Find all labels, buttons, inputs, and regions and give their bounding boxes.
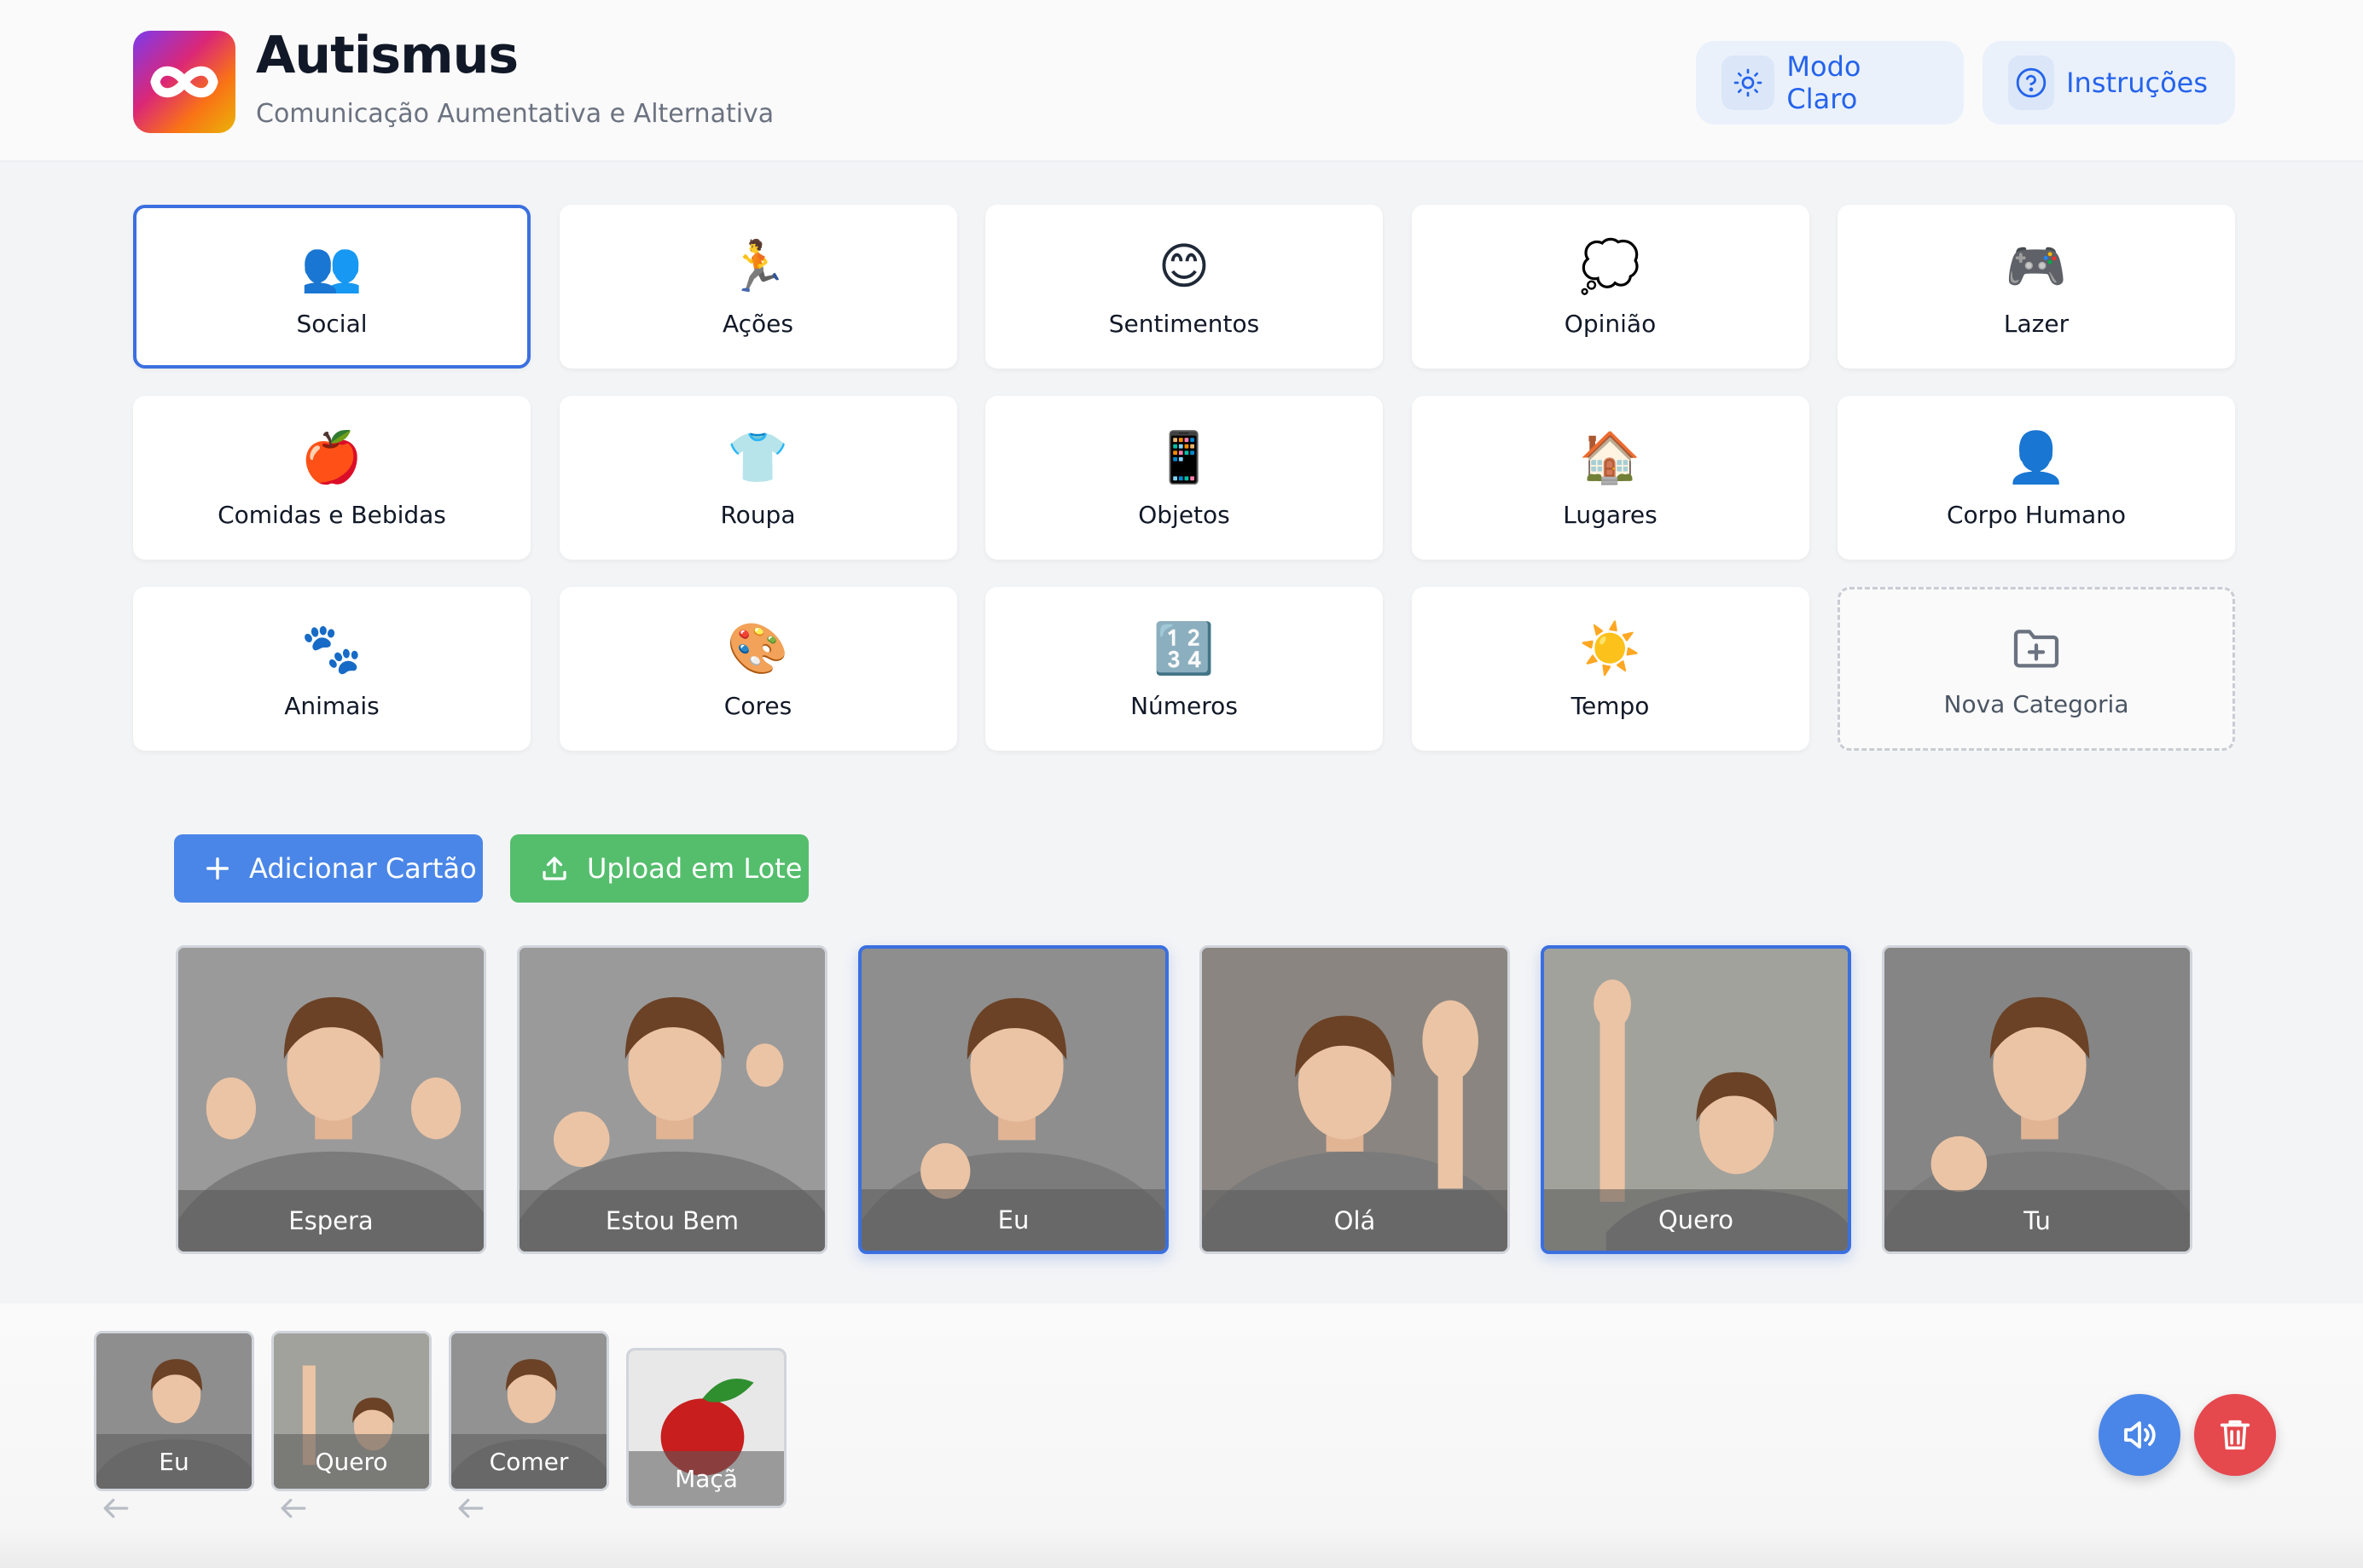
arrow-left-icon[interactable]	[454, 1495, 488, 1522]
app-logo	[133, 31, 235, 133]
category-numeros[interactable]: 🔢 Números	[985, 587, 1383, 751]
category-sentimentos[interactable]: 😊 Sentimentos	[985, 205, 1383, 369]
category-lazer[interactable]: 🎮 Lazer	[1838, 205, 2235, 369]
upload-icon	[543, 857, 566, 880]
clear-sentence-button[interactable]	[2194, 1394, 2276, 1476]
category-label: Sentimentos	[1108, 309, 1260, 338]
thought-bubble-icon: 💭	[1579, 236, 1641, 295]
person-silhouette-icon: 👤	[2005, 427, 2068, 486]
card-label: Espera	[178, 1190, 484, 1251]
speak-button[interactable]	[2099, 1394, 2180, 1476]
new-category-button[interactable]: Nova Categoria	[1838, 587, 2235, 751]
batch-upload-label: Upload em Lote	[587, 852, 803, 885]
apple-icon: 🍎	[300, 427, 363, 486]
category-grid: 👥 Social 🏃 Ações 😊 Sentimentos 💭 Opinião…	[133, 205, 2235, 751]
category-label: Roupa	[720, 500, 796, 529]
plus-icon	[206, 857, 229, 880]
category-label: Ações	[722, 309, 793, 338]
category-label: Opinião	[1564, 309, 1657, 338]
palette-icon: 🎨	[727, 618, 789, 677]
category-label: Animais	[284, 691, 380, 720]
card-espera[interactable]: Espera	[176, 945, 486, 1254]
category-label: Comidas e Bebidas	[218, 500, 446, 529]
sentence-item-label: Eu	[96, 1434, 252, 1489]
game-controller-icon: 🎮	[2005, 236, 2068, 295]
category-cores[interactable]: 🎨 Cores	[559, 587, 957, 751]
card-label: Eu	[862, 1189, 1165, 1251]
add-card-label: Adicionar Cartão	[249, 852, 477, 885]
infinity-icon	[150, 66, 218, 98]
sun-icon	[1721, 55, 1775, 110]
runner-icon: 🏃	[727, 236, 789, 295]
category-label: Objetos	[1138, 500, 1230, 529]
category-label: Lugares	[1563, 500, 1658, 529]
app-header: Autismus Comunicação Aumentativa e Alter…	[0, 0, 2363, 162]
category-label: Cores	[723, 691, 793, 720]
category-label: Números	[1130, 691, 1238, 720]
category-label: Social	[296, 309, 368, 338]
theme-toggle-label: Modo Claro	[1786, 50, 1861, 115]
numbers-icon: 🔢	[1152, 618, 1216, 677]
speaker-icon	[2124, 1421, 2156, 1449]
house-icon: 🏠	[1579, 427, 1641, 486]
sentence-item-maca[interactable]: Maçã	[626, 1348, 787, 1508]
category-objetos[interactable]: 📱 Objetos	[985, 396, 1383, 560]
category-roupa[interactable]: 👕 Roupa	[559, 396, 957, 560]
card-tu[interactable]: Tu	[1882, 945, 2192, 1254]
card-label: Estou Bem	[520, 1190, 825, 1251]
category-animais[interactable]: 🐾 Animais	[133, 587, 531, 751]
app-title: Autismus	[256, 26, 519, 85]
instructions-button[interactable]: Instruções	[1983, 41, 2235, 125]
people-icon: 👥	[300, 236, 363, 295]
category-lugares[interactable]: 🏠 Lugares	[1411, 396, 1809, 560]
phone-icon: 📱	[1152, 427, 1216, 486]
category-social[interactable]: 👥 Social	[133, 205, 531, 369]
sentence-item-quero[interactable]: Quero	[271, 1331, 432, 1491]
arrow-left-icon[interactable]	[276, 1495, 311, 1522]
card-estou-bem[interactable]: Estou Bem	[517, 945, 827, 1254]
category-corpo-humano[interactable]: 👤 Corpo Humano	[1838, 396, 2235, 560]
sentence-item-eu[interactable]: Eu	[94, 1331, 254, 1491]
app-subtitle: Comunicação Aumentativa e Alternativa	[256, 99, 775, 129]
card-label: Olá	[1202, 1190, 1507, 1251]
category-label: Tempo	[1570, 691, 1650, 720]
batch-upload-button[interactable]: Upload em Lote	[510, 834, 809, 903]
theme-toggle-button[interactable]: Modo Claro	[1696, 41, 1964, 125]
sentence-item-comer[interactable]: Comer	[449, 1331, 609, 1491]
card-eu[interactable]: Eu	[858, 945, 1169, 1254]
card-ola[interactable]: Olá	[1199, 945, 1510, 1254]
sentence-item-label: Maçã	[629, 1451, 784, 1506]
card-quero[interactable]: Quero	[1541, 945, 1851, 1254]
instructions-label: Instruções	[2066, 67, 2208, 99]
help-circle-icon	[2008, 55, 2055, 110]
folder-plus-icon	[2013, 629, 2059, 667]
card-label: Quero	[1544, 1189, 1848, 1251]
category-label: Lazer	[2003, 309, 2070, 338]
paw-prints-icon: 🐾	[300, 618, 363, 677]
new-category-label: Nova Categoria	[1943, 689, 2129, 718]
sentence-item-label: Comer	[451, 1434, 607, 1489]
category-comidas-e-bebidas[interactable]: 🍎 Comidas e Bebidas	[133, 396, 531, 560]
category-tempo[interactable]: ☀️ Tempo	[1411, 587, 1809, 751]
add-card-button[interactable]: Adicionar Cartão	[174, 834, 483, 903]
smiley-icon: 😊	[1158, 236, 1211, 295]
category-label: Corpo Humano	[1946, 500, 2127, 529]
arrow-left-icon[interactable]	[99, 1495, 133, 1522]
shirt-icon: 👕	[727, 427, 789, 486]
sun-icon: ☀️	[1579, 618, 1641, 677]
category-opiniao[interactable]: 💭 Opinião	[1411, 205, 1809, 369]
card-label: Tu	[1884, 1190, 2190, 1251]
category-acoes[interactable]: 🏃 Ações	[559, 205, 957, 369]
trash-icon	[2220, 1420, 2250, 1450]
sentence-item-label: Quero	[274, 1434, 429, 1489]
